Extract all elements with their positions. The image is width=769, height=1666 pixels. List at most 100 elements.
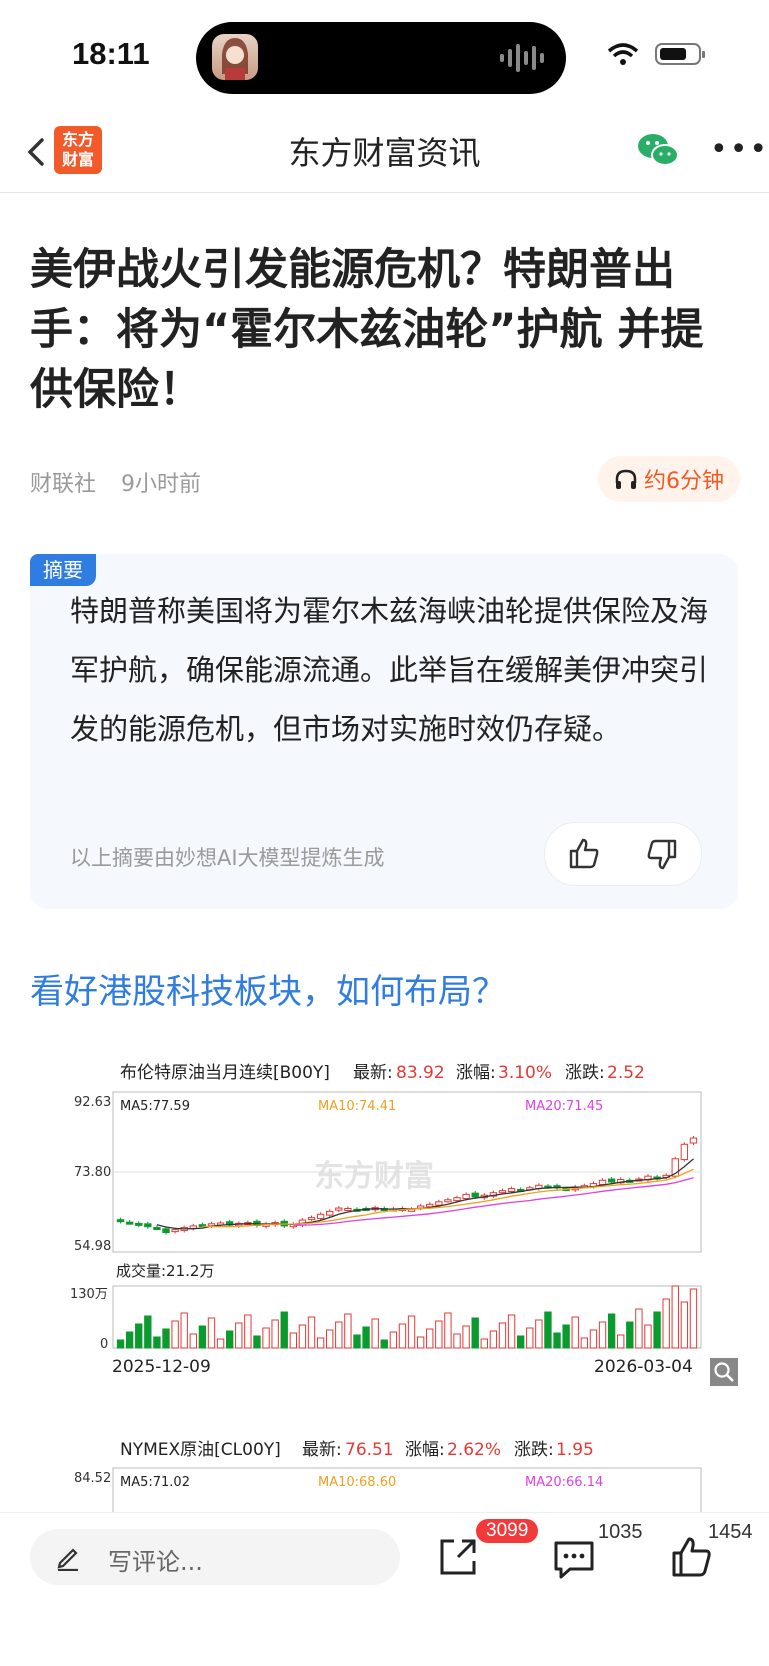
candle-body [689, 1137, 698, 1144]
volume-bar [171, 1320, 179, 1349]
dynamic-island [196, 22, 566, 94]
volume-bar [680, 1301, 689, 1349]
comment-input[interactable]: 写评论... [30, 1529, 400, 1585]
candle-body [144, 1223, 152, 1228]
volume-bar [225, 1330, 234, 1349]
volume-bar [653, 1311, 661, 1349]
candle-body [435, 1201, 443, 1206]
volume-bar [580, 1337, 589, 1349]
candle-body [598, 1179, 607, 1185]
thumbs-up-icon[interactable] [567, 837, 601, 871]
chart1-pct: 3.10% [498, 1063, 552, 1083]
chart2-pct: 2.62% [447, 1440, 501, 1460]
ma20-label: MA20:71.45 [525, 1099, 603, 1114]
volume-bar [444, 1312, 452, 1349]
volume-bar [180, 1312, 188, 1349]
article-headline: 美伊战火引发能源危机？特朗普出手：将为“霍尔木兹油轮”护航 并提供保险！ [30, 245, 704, 415]
y-tick-mid: 73.80 [74, 1165, 111, 1180]
comment-placeholder: 写评论... [108, 1548, 203, 1576]
volume-bar [198, 1325, 207, 1349]
volume-bar [144, 1315, 152, 1349]
volume-bar [153, 1336, 161, 1349]
chart1-latest-label: 最新: [353, 1063, 393, 1083]
volume-bar [489, 1330, 498, 1349]
volume-bar [135, 1323, 143, 1349]
candle-body [453, 1197, 461, 1202]
more-icon[interactable]: ••• [710, 132, 769, 167]
volume-bar [316, 1337, 325, 1349]
volume-bar [526, 1327, 534, 1349]
thumbs-down-icon[interactable] [645, 837, 679, 871]
x-start-label: 2025-12-09 [112, 1357, 211, 1377]
volume-bar [244, 1314, 252, 1349]
candle-body [326, 1210, 334, 1216]
zoom-icon[interactable] [710, 1358, 738, 1386]
listen-button[interactable]: 约6分钟 [598, 456, 740, 502]
summary-text: 特朗普称美国将为霍尔木兹海峡油轮提供保险及海军护航，确保能源流通。此举旨在缓解美… [70, 594, 709, 746]
volume-bar [671, 1285, 679, 1349]
volume-bar [635, 1308, 643, 1349]
candle-body [607, 1178, 616, 1183]
nav-bar: 东方 财富 东方财富资讯 ••• [0, 112, 769, 193]
status-icons [607, 42, 705, 66]
volume-bar [562, 1324, 570, 1349]
candle-body [507, 1188, 516, 1192]
candle-body [307, 1217, 316, 1221]
volume-bar [507, 1314, 516, 1349]
article-meta: 财联社 9小时前 [30, 466, 219, 498]
volume-bar [235, 1322, 243, 1349]
volume-bar [480, 1338, 488, 1349]
volume-bar [125, 1331, 134, 1349]
chart1-title: 布伦特原油当月连续[B00Y] [120, 1063, 330, 1083]
volume-bar [280, 1311, 288, 1349]
like-count: 1454 [708, 1521, 753, 1543]
vol-tick-top: 130万 [70, 1287, 108, 1302]
volume-bar [189, 1333, 197, 1349]
volume-bar [471, 1317, 479, 1349]
audio-wave-icon [500, 42, 544, 74]
candle-body [344, 1207, 352, 1211]
x-end-label: 2026-03-04 [594, 1357, 693, 1377]
wifi-icon [607, 43, 639, 65]
chart2-change-label: 涨跌: [514, 1440, 554, 1460]
volume-bar [253, 1335, 261, 1349]
chart1-pct-label: 涨幅: [456, 1063, 496, 1083]
volume-bar [289, 1332, 298, 1349]
chart2-y-tick-top: 84.52 [74, 1471, 111, 1486]
volume-bar [262, 1327, 270, 1349]
chart2-latest-label: 最新: [302, 1440, 342, 1460]
volume-bar [689, 1288, 698, 1349]
ma10-label: MA10:74.41 [318, 1099, 396, 1114]
candle-body [316, 1213, 325, 1219]
chart-watermark: 东方财富 [314, 1159, 434, 1194]
volume-bar [598, 1321, 607, 1349]
vol-tick-bottom: 0 [100, 1337, 108, 1352]
volume-bar [407, 1315, 416, 1349]
avatar [212, 34, 258, 80]
volume-bar [553, 1332, 561, 1349]
volume-bar [571, 1316, 579, 1349]
volume-bar [535, 1319, 543, 1349]
volume-bar [607, 1313, 616, 1349]
share-icon[interactable] [436, 1535, 480, 1579]
chart1-change-label: 涨跌: [565, 1063, 605, 1083]
volume-bar [207, 1317, 216, 1349]
comment-icon[interactable] [552, 1537, 596, 1581]
volume-bar [216, 1338, 225, 1349]
candle-body [162, 1228, 170, 1234]
chart2-title: NYMEX原油[CL00Y] [120, 1440, 281, 1460]
volume-bar [298, 1324, 307, 1349]
candle-body [335, 1207, 343, 1211]
volume-bar [326, 1329, 334, 1349]
share-count-badge: 3099 [476, 1519, 539, 1543]
article-source: 财联社 [30, 472, 97, 497]
chart1-change: 2.52 [607, 1063, 645, 1083]
candle-body [116, 1219, 125, 1223]
volume-bar [162, 1328, 170, 1349]
candle-body [498, 1190, 507, 1194]
volume-bar [498, 1322, 507, 1349]
wechat-icon[interactable] [636, 130, 680, 170]
volume-bar [426, 1328, 434, 1349]
headphones-icon [615, 469, 637, 489]
related-link[interactable]: 看好港股科技板块，如何布局？ [30, 964, 506, 1013]
